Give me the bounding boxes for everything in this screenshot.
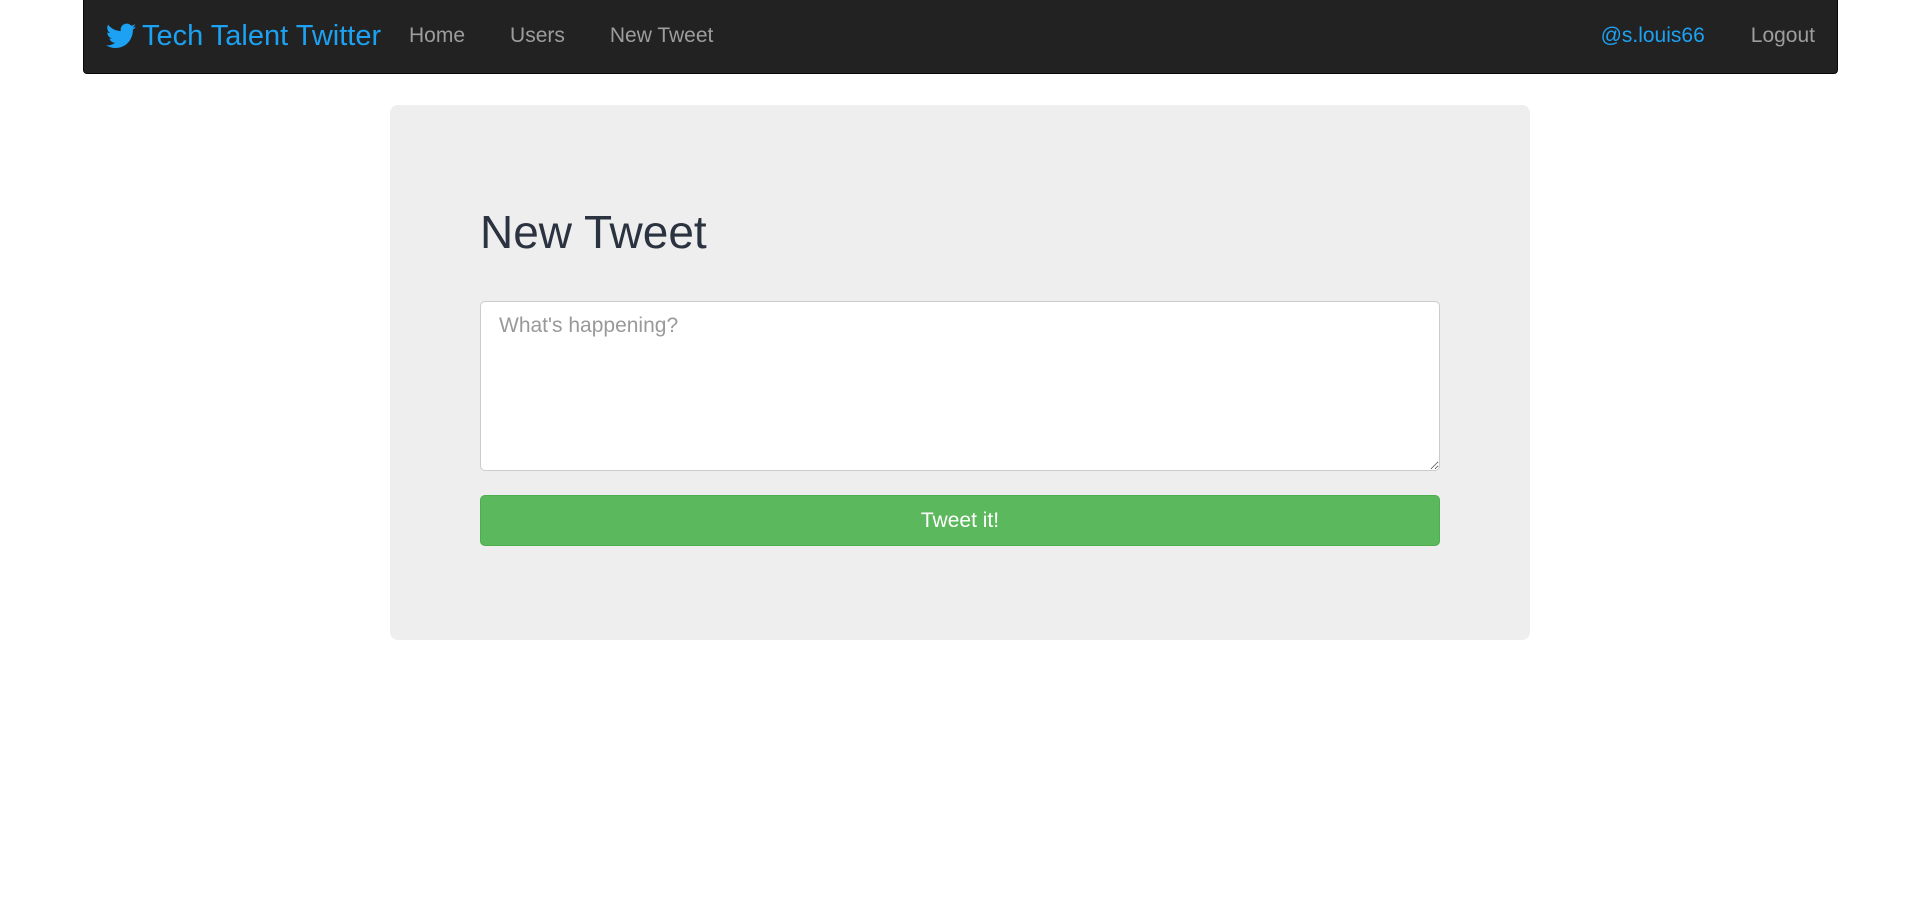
brand-label: Tech Talent Twitter: [142, 19, 382, 52]
nav-link-new-tweet[interactable]: New Tweet: [610, 24, 714, 48]
user-handle-link[interactable]: @s.louis66: [1601, 24, 1705, 48]
top-navbar: Tech Talent Twitter Home Users New Tweet…: [83, 0, 1838, 74]
tweet-input[interactable]: [480, 301, 1440, 471]
page-title: New Tweet: [480, 206, 707, 258]
new-tweet-panel: New Tweet Tweet it!: [390, 105, 1530, 640]
nav-right: @s.louis66 Logout: [1601, 0, 1815, 72]
nav-link-users[interactable]: Users: [510, 24, 565, 48]
brand-link[interactable]: Tech Talent Twitter: [106, 0, 381, 72]
logout-link[interactable]: Logout: [1751, 24, 1815, 48]
twitter-bird-icon: [106, 23, 136, 48]
tweet-submit-button[interactable]: Tweet it!: [480, 495, 1440, 546]
nav-links: Home Users New Tweet: [409, 0, 758, 72]
nav-link-home[interactable]: Home: [409, 24, 465, 48]
